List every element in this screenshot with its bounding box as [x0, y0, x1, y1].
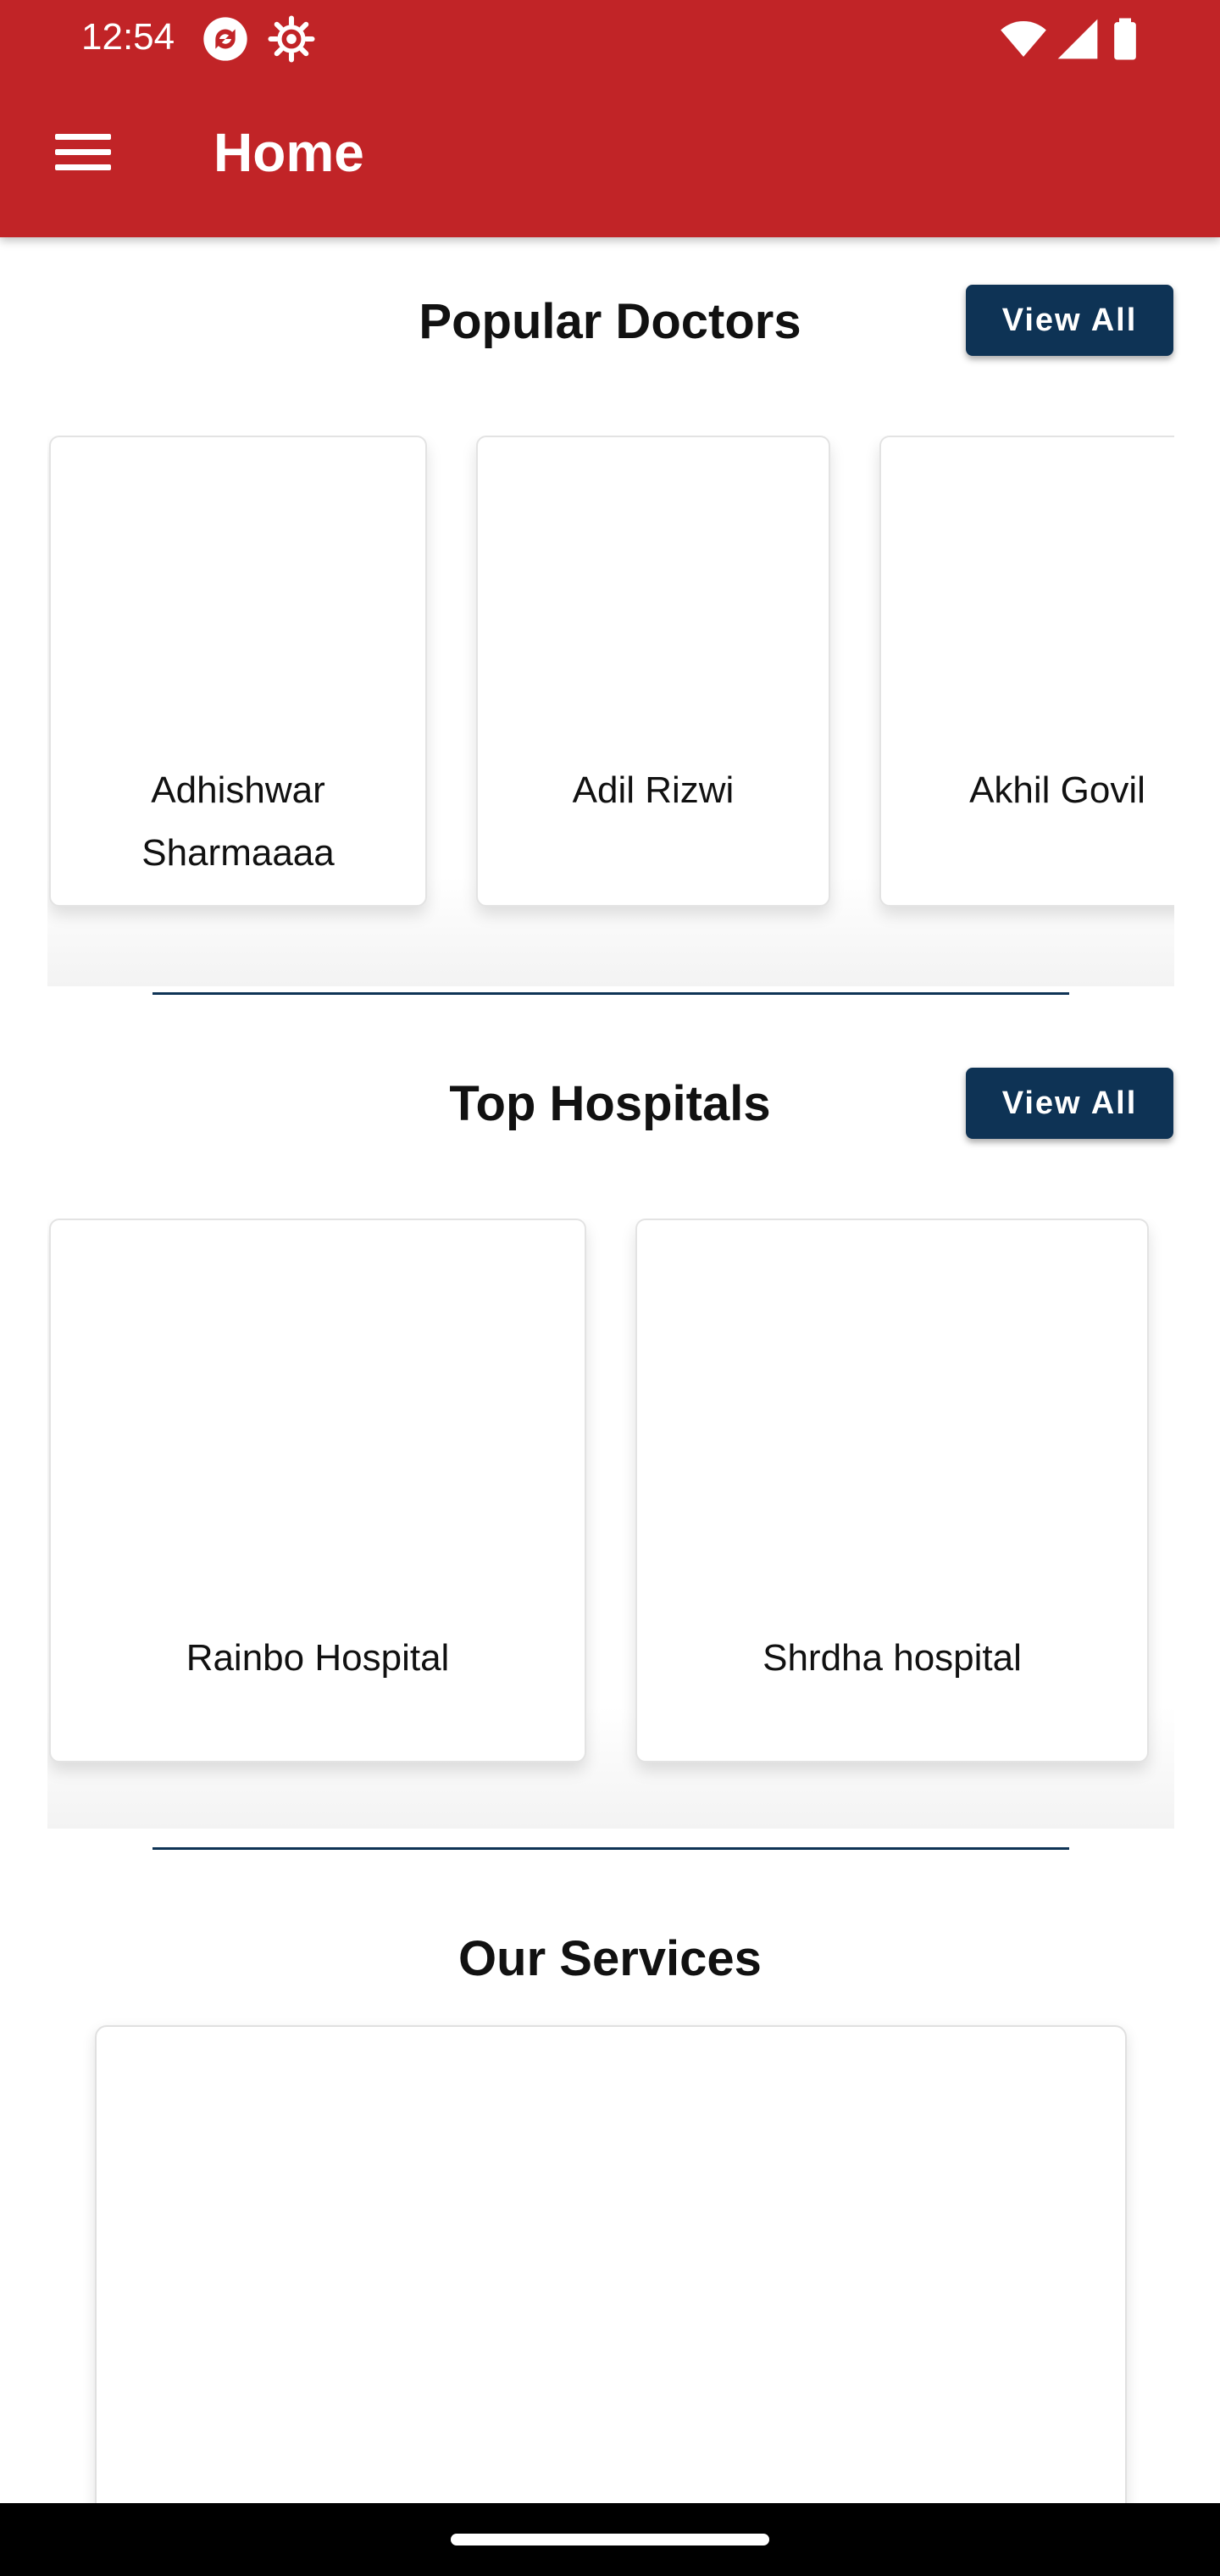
page-title: Home: [214, 122, 364, 183]
doctor-name: Akhil Govil: [969, 769, 1145, 811]
doctor-card[interactable]: Adhishwar Sharmaaaa: [49, 436, 427, 907]
home-gesture-handle[interactable]: [451, 2534, 769, 2545]
status-time: 12:54: [81, 16, 175, 58]
doctor-name: Adhishwar Sharmaaaa: [141, 769, 335, 874]
service-card[interactable]: [95, 2025, 1127, 2576]
hospital-name: Rainbo Hospital: [186, 1637, 450, 1679]
doctors-carousel[interactable]: Adhishwar Sharmaaaa Adil Rizwi Akhil Gov…: [47, 436, 1174, 986]
wifi-icon: [1001, 21, 1046, 57]
hospitals-carousel[interactable]: Rainbo Hospital Shrdha hospital: [47, 1219, 1174, 1829]
app-bar: 12:54 Home: [0, 0, 1220, 237]
hospital-name: Shrdha hospital: [762, 1637, 1022, 1679]
hamburger-menu-icon: [55, 134, 111, 170]
settings-gear-icon: [268, 15, 315, 63]
doctor-card[interactable]: Akhil Govil: [879, 436, 1174, 907]
signal-icon: [1057, 19, 1098, 59]
battery-icon: [1114, 18, 1136, 60]
section-divider: [152, 1847, 1069, 1850]
menu-button[interactable]: [42, 119, 124, 186]
hospital-card[interactable]: Rainbo Hospital: [49, 1219, 586, 1763]
doctor-name: Adil Rizwi: [572, 769, 735, 811]
our-services-title: Our Services: [458, 1931, 762, 1986]
view-all-doctors-button[interactable]: View All: [966, 285, 1173, 356]
section-divider: [152, 992, 1069, 995]
navigation-bar: [0, 2503, 1220, 2576]
hospital-card[interactable]: Shrdha hospital: [635, 1219, 1149, 1763]
doctor-card[interactable]: Adil Rizwi: [476, 436, 830, 907]
sync-icon: [203, 17, 247, 61]
view-all-hospitals-button[interactable]: View All: [966, 1068, 1173, 1139]
